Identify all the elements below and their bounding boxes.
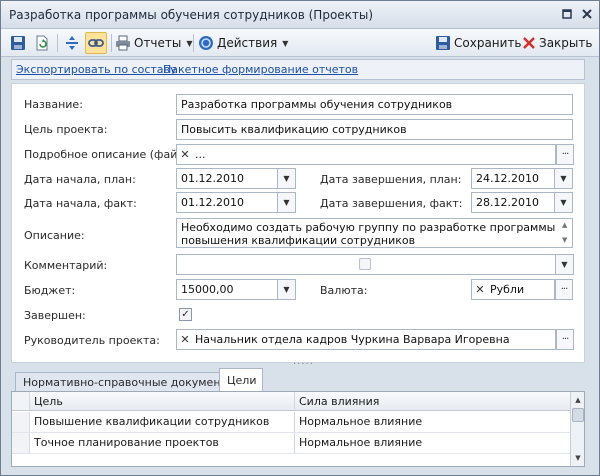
goals-grid: Цель Сила влияния Повышение квалификации…: [11, 391, 585, 467]
table-row[interactable]: Точное планирование проектов Нормальное …: [12, 433, 570, 454]
restore-icon[interactable]: [560, 7, 574, 21]
budget-field[interactable]: 15000,00: [176, 279, 278, 300]
end-fact-field[interactable]: 28.12.2010: [471, 192, 555, 213]
impact-cell[interactable]: Нормальное влияние: [295, 433, 570, 452]
row-indicator-header: [12, 392, 30, 410]
reports-label: Отчеты: [134, 36, 182, 50]
goal-field[interactable]: Повысить квалификацию сотрудников: [176, 119, 573, 140]
description-label: Описание:: [24, 229, 85, 242]
chevron-down-icon[interactable]: ▼: [556, 254, 574, 275]
completed-label: Завершен:: [24, 309, 86, 322]
manager-label: Руководитель проекта:: [24, 334, 160, 347]
scroll-up-icon[interactable]: ▲: [562, 221, 567, 229]
name-field[interactable]: Разработка программы обучения сотруднико…: [176, 94, 573, 115]
end-plan-field[interactable]: 24.12.2010: [471, 168, 555, 189]
comment-editor-icon: [359, 258, 371, 270]
clear-x-icon[interactable]: ✕: [178, 330, 192, 349]
save-disk-icon: [436, 36, 450, 50]
link-bar: Экспортировать по составу Пакетное форми…: [11, 59, 585, 80]
currency-label: Валюта:: [320, 284, 368, 297]
actions-label: Действия: [217, 36, 278, 50]
impact-cell[interactable]: Нормальное влияние: [295, 412, 570, 431]
description-field[interactable]: Необходимо создать рабочую группу по раз…: [176, 218, 573, 248]
description-line: повышения квалификации сотрудников: [181, 234, 416, 247]
chevron-down-icon[interactable]: ▼: [278, 192, 296, 213]
name-label: Название:: [24, 98, 83, 111]
document-refresh-icon[interactable]: [31, 32, 53, 54]
goal-label: Цель проекта:: [24, 123, 108, 136]
toolbar-separator: [111, 34, 112, 52]
chevron-down-icon[interactable]: ▼: [278, 168, 296, 189]
expand-arrows-icon[interactable]: [61, 32, 83, 54]
tab-goals[interactable]: Цели: [219, 368, 263, 392]
row-indicator: [12, 412, 30, 432]
scroll-down-icon[interactable]: ▼: [572, 452, 584, 464]
project-form: Название: Разработка программы обучения …: [11, 83, 585, 363]
toolbar: Отчеты ▼ Действия ▼ Сохранить Закрыть: [1, 29, 599, 57]
actions-globe-icon: [199, 36, 213, 50]
chevron-down-icon[interactable]: ▼: [555, 192, 573, 213]
goal-cell[interactable]: Точное планирование проектов: [30, 433, 294, 452]
title-bar: Разработка программы обучения сотруднико…: [1, 1, 599, 29]
start-fact-field[interactable]: 01.12.2010: [176, 192, 278, 213]
tab-reference-documents[interactable]: Нормативно-справочные документы: [15, 372, 244, 392]
grid-header: Цель Сила влияния: [12, 392, 570, 411]
budget-label: Бюджет:: [24, 284, 76, 297]
tab-strip: Нормативно-справочные документы Цели: [15, 368, 585, 392]
scroll-up-icon[interactable]: ▲: [572, 394, 584, 406]
row-indicator: [12, 433, 30, 453]
close-button[interactable]: Закрыть: [522, 32, 592, 54]
manager-field[interactable]: Начальник отдела кадров Чуркина Варвара …: [176, 329, 556, 350]
chevron-down-icon[interactable]: ▼: [278, 279, 296, 300]
start-plan-label: Дата начала, план:: [24, 173, 136, 186]
start-fact-label: Дата начала, факт:: [24, 197, 137, 210]
file-label: Подробное описание (файл):: [24, 148, 193, 161]
ellipsis-button[interactable]: ···: [556, 329, 574, 350]
grid-scrollbar[interactable]: ▲ ▼: [570, 392, 584, 466]
table-row[interactable]: Повышение квалификации сотрудников Норма…: [12, 412, 570, 433]
end-plan-label: Дата завершения, план:: [320, 173, 462, 186]
toolbar-separator: [57, 34, 58, 52]
description-line: Необходимо создать рабочую группу по раз…: [181, 221, 556, 234]
chevron-down-icon[interactable]: ▼: [555, 168, 573, 189]
save-button[interactable]: Сохранить: [435, 32, 522, 54]
clear-x-icon[interactable]: ✕: [178, 145, 192, 164]
export-link[interactable]: Экспортировать по составу: [16, 63, 177, 76]
save-label: Сохранить: [454, 36, 522, 50]
file-field[interactable]: ...: [176, 144, 556, 165]
scroll-down-icon[interactable]: ▼: [562, 236, 567, 244]
batch-reports-link[interactable]: Пакетное формирование отчетов: [163, 63, 358, 76]
window-title: Разработка программы обучения сотруднико…: [9, 8, 374, 22]
scrollbar-thumb[interactable]: [572, 408, 584, 422]
project-window: Разработка программы обучения сотруднико…: [0, 0, 600, 476]
reports-menu-button[interactable]: Отчеты ▼: [115, 32, 193, 54]
completed-checkbox[interactable]: ✓: [179, 308, 192, 321]
close-red-icon: [523, 37, 535, 49]
ellipsis-button[interactable]: ···: [556, 144, 574, 165]
comment-label: Комментарий:: [24, 259, 108, 272]
start-plan-field[interactable]: 01.12.2010: [176, 168, 278, 189]
printer-icon: [116, 35, 130, 51]
actions-menu-button[interactable]: Действия ▼: [198, 32, 288, 54]
link-icon[interactable]: [85, 32, 107, 54]
clear-x-icon[interactable]: ✕: [473, 280, 487, 299]
end-fact-label: Дата завершения, факт:: [320, 197, 463, 210]
toolbar-separator: [193, 34, 194, 52]
close-window-icon[interactable]: [580, 7, 594, 21]
ellipsis-button[interactable]: ···: [555, 279, 573, 300]
save-disk-icon[interactable]: [7, 32, 29, 54]
column-header-impact[interactable]: Сила влияния: [295, 392, 570, 411]
close-label: Закрыть: [539, 36, 593, 50]
chevron-down-icon: ▼: [186, 38, 193, 48]
goal-cell[interactable]: Повышение квалификации сотрудников: [30, 412, 294, 431]
column-header-goal[interactable]: Цель: [30, 392, 294, 411]
chevron-down-icon: ▼: [282, 38, 289, 48]
